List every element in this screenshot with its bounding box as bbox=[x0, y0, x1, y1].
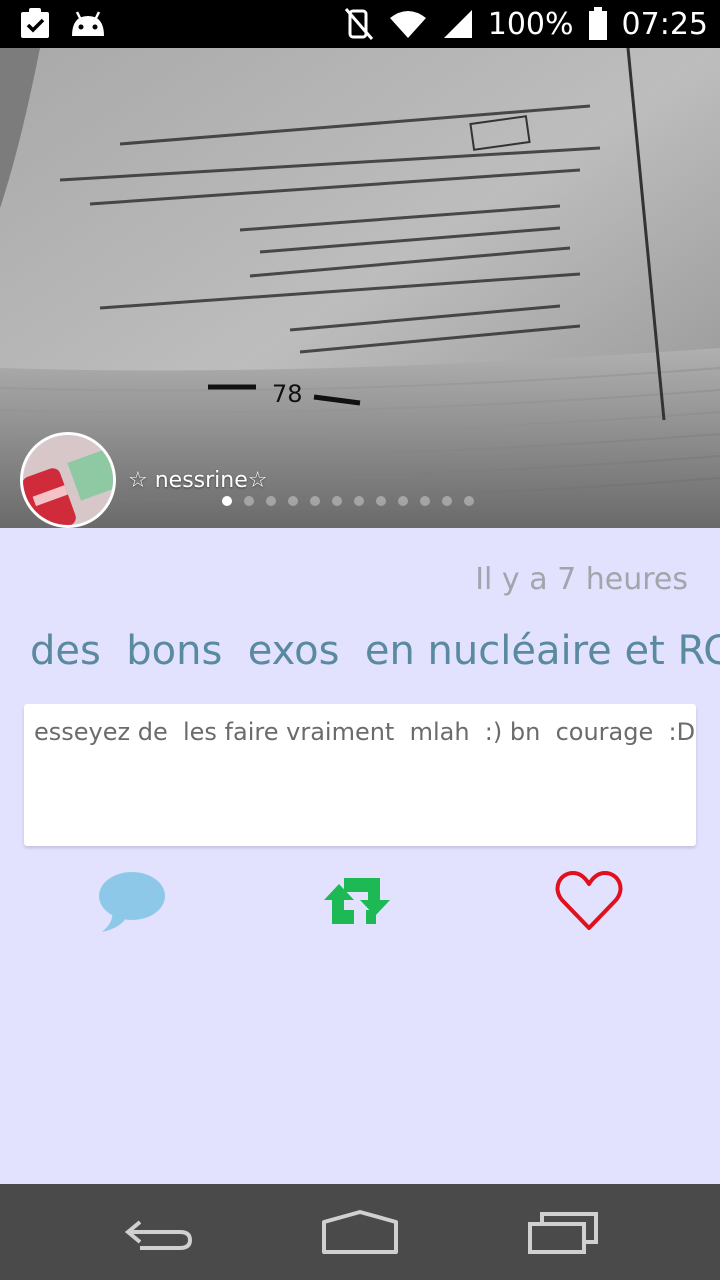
back-button[interactable] bbox=[120, 1208, 200, 1256]
author-username[interactable]: ☆ nessrine☆ bbox=[128, 468, 267, 493]
avatar[interactable] bbox=[20, 432, 116, 528]
carousel-dot[interactable] bbox=[398, 496, 408, 506]
carousel-indicator[interactable] bbox=[222, 496, 474, 506]
navigation-bar bbox=[0, 1184, 720, 1280]
post-body-card: esseyez de les faire vraiment mlah :) bn… bbox=[24, 704, 696, 846]
heart-icon bbox=[555, 871, 623, 930]
post-title: des bons exos en nucléaire et RC bbox=[30, 628, 720, 674]
speech-bubble-icon bbox=[99, 872, 165, 932]
battery-icon bbox=[588, 7, 607, 40]
carousel-dot[interactable] bbox=[354, 496, 364, 506]
carousel-dot[interactable] bbox=[442, 496, 452, 506]
carousel-dot[interactable] bbox=[222, 496, 232, 506]
clipboard-check-icon bbox=[21, 8, 49, 38]
carousel-dot[interactable] bbox=[310, 496, 320, 506]
home-button[interactable] bbox=[320, 1208, 400, 1256]
battery-percent: 100% bbox=[487, 6, 574, 42]
carousel-dot[interactable] bbox=[376, 496, 386, 506]
comment-button[interactable] bbox=[96, 870, 176, 940]
recents-button[interactable] bbox=[524, 1208, 604, 1256]
signal-icon bbox=[443, 10, 472, 38]
carousel-dot[interactable] bbox=[244, 496, 254, 506]
mute-icon bbox=[344, 8, 373, 40]
back-icon bbox=[124, 1220, 193, 1250]
carousel-dot[interactable] bbox=[288, 496, 298, 506]
repost-button[interactable] bbox=[322, 870, 402, 940]
clock: 07:25 bbox=[621, 6, 708, 42]
carousel-dot[interactable] bbox=[420, 496, 430, 506]
carousel-dot[interactable] bbox=[464, 496, 474, 506]
book-page-number: 78 bbox=[272, 380, 303, 408]
status-bar: 100% 07:25 bbox=[0, 0, 720, 48]
recents-icon bbox=[528, 1212, 598, 1254]
repost-icon bbox=[324, 878, 390, 924]
post-image[interactable]: 78 ☆ nessrine☆ bbox=[0, 48, 720, 528]
like-button[interactable] bbox=[554, 870, 634, 940]
carousel-dot[interactable] bbox=[332, 496, 342, 506]
home-icon bbox=[322, 1210, 398, 1254]
carousel-dot[interactable] bbox=[266, 496, 276, 506]
post-body: esseyez de les faire vraiment mlah :) bn… bbox=[34, 718, 696, 746]
wifi-icon bbox=[389, 11, 426, 38]
post-timestamp: Il y a 7 heures bbox=[475, 562, 688, 597]
android-icon bbox=[72, 11, 104, 36]
avatar-image bbox=[23, 435, 113, 525]
